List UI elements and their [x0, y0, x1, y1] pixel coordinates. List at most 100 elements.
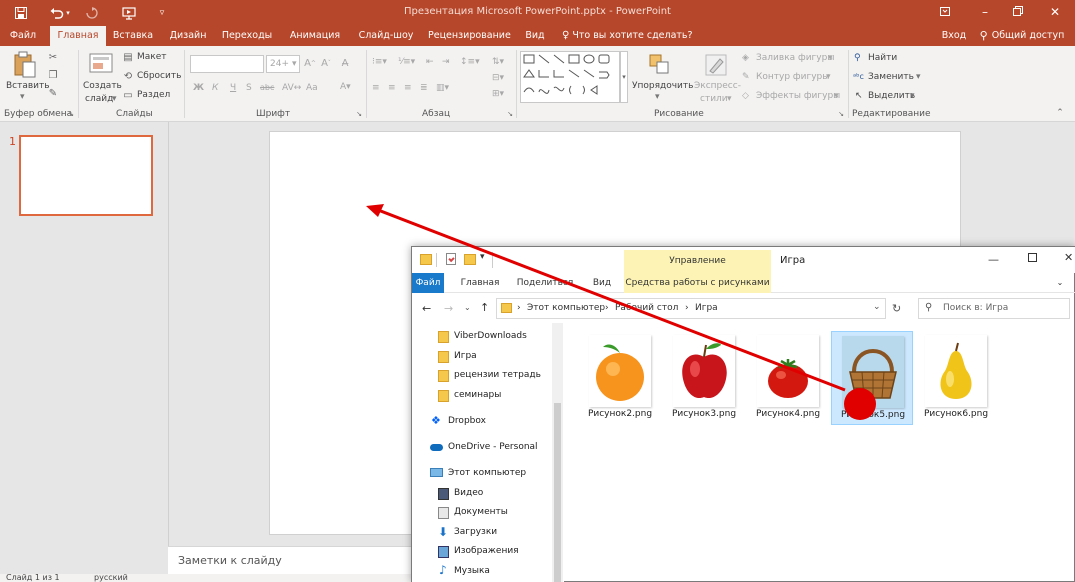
new-slide-icon[interactable]: [88, 50, 114, 76]
paste-button[interactable]: Вставить: [6, 81, 50, 91]
explorer-tab-share[interactable]: Поделиться: [516, 273, 574, 293]
reset-button[interactable]: Сбросить: [137, 71, 181, 81]
manage-tab[interactable]: Управление: [624, 250, 771, 273]
reset-icon[interactable]: ⟲: [121, 70, 135, 82]
underline-button[interactable]: Ч: [230, 83, 236, 93]
increase-indent-icon[interactable]: ⇥: [442, 57, 450, 67]
select-button[interactable]: Выделить: [868, 91, 915, 101]
decrease-font-icon[interactable]: Aˇ: [320, 57, 332, 69]
picture-tools-tab[interactable]: Средства работы с рисунками: [624, 273, 771, 293]
share-button[interactable]: ⚲ Общий доступ: [974, 26, 1070, 46]
line-spacing-icon[interactable]: ↕≡▾: [460, 57, 480, 67]
nav-item-onedrive[interactable]: OneDrive - Personal: [412, 439, 552, 457]
shape-fill-icon[interactable]: ◈: [742, 53, 749, 63]
shape-fill-dropdown-icon[interactable]: ▾: [828, 53, 833, 63]
replace-icon[interactable]: ᵃᵇc: [853, 72, 864, 81]
shape-fill-button[interactable]: Заливка фигуры: [756, 53, 834, 63]
strikethrough-button[interactable]: abc: [260, 83, 274, 92]
font-color-icon[interactable]: A▾: [340, 82, 351, 92]
shadow-button[interactable]: S: [246, 83, 252, 93]
signin-link[interactable]: Вход: [938, 26, 970, 46]
explorer-tab-view[interactable]: Вид: [588, 273, 616, 293]
find-button[interactable]: Найти: [868, 53, 897, 63]
new-slide-dropdown-icon[interactable]: ▾: [112, 94, 117, 104]
nav-item-reviews[interactable]: рецензии тетрадь: [412, 367, 552, 385]
clipboard-launcher-icon[interactable]: ↘: [66, 109, 76, 119]
section-button[interactable]: Раздел: [137, 90, 170, 100]
nav-item-dropbox[interactable]: ❖ Dropbox: [412, 413, 552, 431]
decrease-indent-icon[interactable]: ⇤: [426, 57, 434, 67]
address-bar[interactable]: › Этот компьютер › Рабочий стол › Игра ⌄: [496, 298, 886, 319]
tab-home[interactable]: Главная: [50, 26, 106, 46]
tab-design[interactable]: Дизайн: [166, 26, 210, 46]
collapse-ribbon-icon[interactable]: ⌃: [1054, 108, 1066, 118]
nav-item-seminars[interactable]: семинары: [412, 387, 552, 405]
explorer-tab-home[interactable]: Главная: [458, 273, 502, 293]
nav-scrollbar-thumb[interactable]: [554, 403, 561, 582]
align-center-icon[interactable]: ≡: [388, 83, 396, 93]
arrange-icon[interactable]: [648, 52, 672, 78]
shape-outline-dropdown-icon[interactable]: ▾: [826, 72, 831, 82]
undo-icon[interactable]: ▾: [44, 3, 76, 23]
back-icon[interactable]: ←: [422, 302, 431, 315]
nav-item-video[interactable]: Видео: [412, 485, 552, 503]
italic-button[interactable]: К: [212, 83, 218, 93]
present-icon[interactable]: [118, 3, 140, 23]
paste-dropdown-icon[interactable]: ▾: [20, 92, 25, 102]
file-item[interactable]: Рисунок3.png: [663, 331, 745, 425]
char-spacing-icon[interactable]: AV↔: [282, 83, 301, 93]
font-launcher-icon[interactable]: ↘: [354, 109, 364, 119]
slide-thumbnail[interactable]: [19, 135, 153, 216]
new-folder-icon[interactable]: [464, 254, 476, 265]
clear-formatting-icon[interactable]: A̶: [338, 57, 352, 69]
drawing-launcher-icon[interactable]: ↘: [836, 109, 846, 119]
copy-icon[interactable]: ❐: [46, 68, 60, 82]
address-dropdown-icon[interactable]: ⌄: [873, 302, 881, 312]
font-name-box[interactable]: [190, 55, 264, 73]
quick-styles-dropdown-icon[interactable]: ▾: [727, 94, 732, 104]
maximize-icon[interactable]: [1028, 253, 1037, 262]
quick-access-dropdown-icon[interactable]: ▾: [480, 252, 485, 262]
shape-outline-icon[interactable]: ✎: [742, 72, 750, 82]
minimize-icon[interactable]: –: [970, 2, 1000, 22]
arrange-button[interactable]: Упорядочить: [632, 81, 693, 91]
align-text-icon[interactable]: ⊟▾: [492, 73, 504, 83]
select-dropdown-icon[interactable]: ▾: [910, 91, 915, 101]
ribbon-display-icon[interactable]: [930, 2, 960, 22]
nav-item-igra[interactable]: Игра: [412, 348, 552, 366]
close-icon[interactable]: ✕: [1040, 2, 1070, 22]
numbering-icon[interactable]: ⅟≡▾: [398, 57, 415, 67]
tab-review[interactable]: Рецензирование: [428, 26, 511, 46]
bullets-icon[interactable]: ⁝≡▾: [372, 57, 387, 67]
language-status[interactable]: русский: [94, 573, 128, 582]
restore-icon[interactable]: [1003, 2, 1033, 22]
shape-outline-button[interactable]: Контур фигуры: [756, 72, 829, 82]
nav-item-pictures[interactable]: Изображения: [412, 543, 552, 561]
change-case-button[interactable]: Аа: [306, 83, 318, 93]
recent-locations-icon[interactable]: ⌄: [464, 303, 471, 312]
nav-item-documents[interactable]: Документы: [412, 504, 552, 522]
arrange-dropdown-icon[interactable]: ▾: [655, 92, 660, 102]
search-box[interactable]: ⚲ Поиск в: Игра: [918, 298, 1070, 319]
forward-icon[interactable]: →: [444, 302, 453, 315]
tab-transitions[interactable]: Переходы: [220, 26, 274, 46]
file-item[interactable]: Рисунок4.png: [747, 331, 829, 425]
increase-font-icon[interactable]: A ^: [304, 57, 316, 69]
close-icon[interactable]: ✕: [1064, 251, 1073, 264]
justify-icon[interactable]: ≣: [420, 83, 428, 93]
nav-item-music[interactable]: ♪ Музыка: [412, 563, 552, 581]
breadcrumb-item[interactable]: Рабочий стол: [615, 303, 678, 313]
shape-effects-dropdown-icon[interactable]: ▾: [834, 91, 839, 101]
quick-styles-icon[interactable]: [704, 52, 728, 78]
shape-effects-icon[interactable]: ◇: [742, 91, 749, 101]
shape-effects-button[interactable]: Эффекты фигуры: [756, 91, 840, 101]
paragraph-launcher-icon[interactable]: ↘: [505, 109, 515, 119]
align-left-icon[interactable]: ≡: [372, 83, 380, 93]
replace-dropdown-icon[interactable]: ▾: [916, 72, 921, 82]
breadcrumb-item[interactable]: Этот компьютер: [527, 303, 605, 313]
redo-icon[interactable]: [84, 3, 100, 23]
quick-styles-label-1[interactable]: Экспресс-: [694, 81, 741, 91]
find-icon[interactable]: ⚲: [854, 53, 861, 63]
tab-file[interactable]: Файл: [4, 26, 42, 46]
file-item[interactable]: Рисунок6.png: [915, 331, 997, 425]
